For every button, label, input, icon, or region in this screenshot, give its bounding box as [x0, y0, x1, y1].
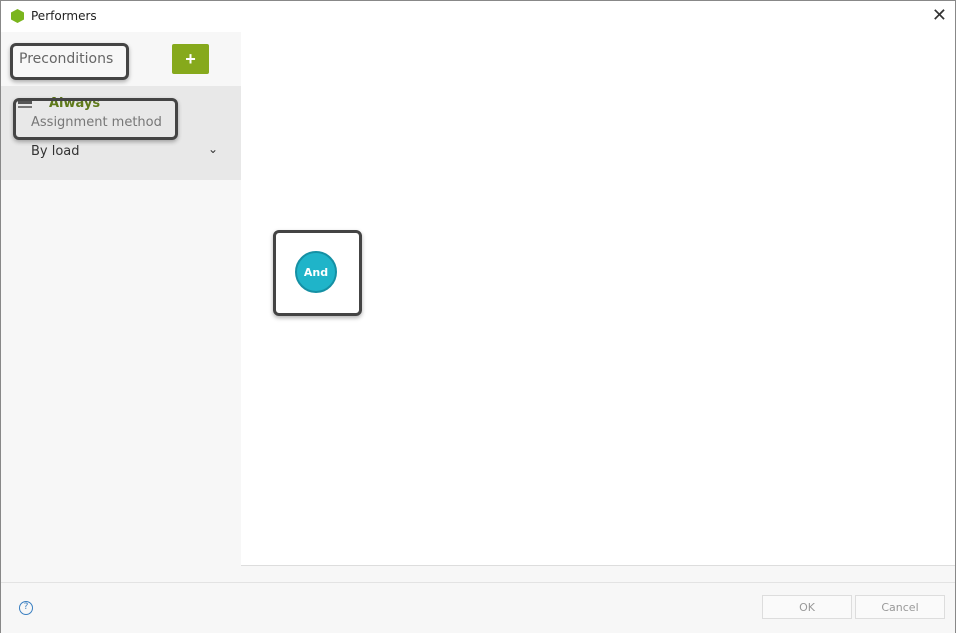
ok-button[interactable]: OK	[762, 595, 852, 619]
canvas: And	[241, 32, 955, 566]
add-precondition-button[interactable]: +	[172, 44, 209, 74]
window-title: Performers	[31, 9, 97, 23]
footer: ? OK Cancel	[1, 583, 955, 633]
title-bar: Performers ✕	[1, 1, 955, 32]
cancel-button[interactable]: Cancel	[855, 595, 945, 619]
close-icon[interactable]: ✕	[932, 5, 947, 26]
and-node[interactable]: And	[295, 251, 337, 293]
help-icon[interactable]: ?	[19, 601, 33, 615]
scrollbar	[1, 566, 955, 583]
assignment-method-select[interactable]: By load	[31, 144, 80, 159]
highlight-box	[13, 98, 178, 140]
highlight-box	[10, 43, 129, 80]
sidebar: Preconditions + Always Assignment method…	[1, 32, 241, 581]
precondition-item[interactable]: Always Assignment method By load ⌄	[1, 86, 241, 180]
app-logo-icon	[11, 9, 24, 23]
chevron-down-icon[interactable]: ⌄	[208, 142, 218, 156]
